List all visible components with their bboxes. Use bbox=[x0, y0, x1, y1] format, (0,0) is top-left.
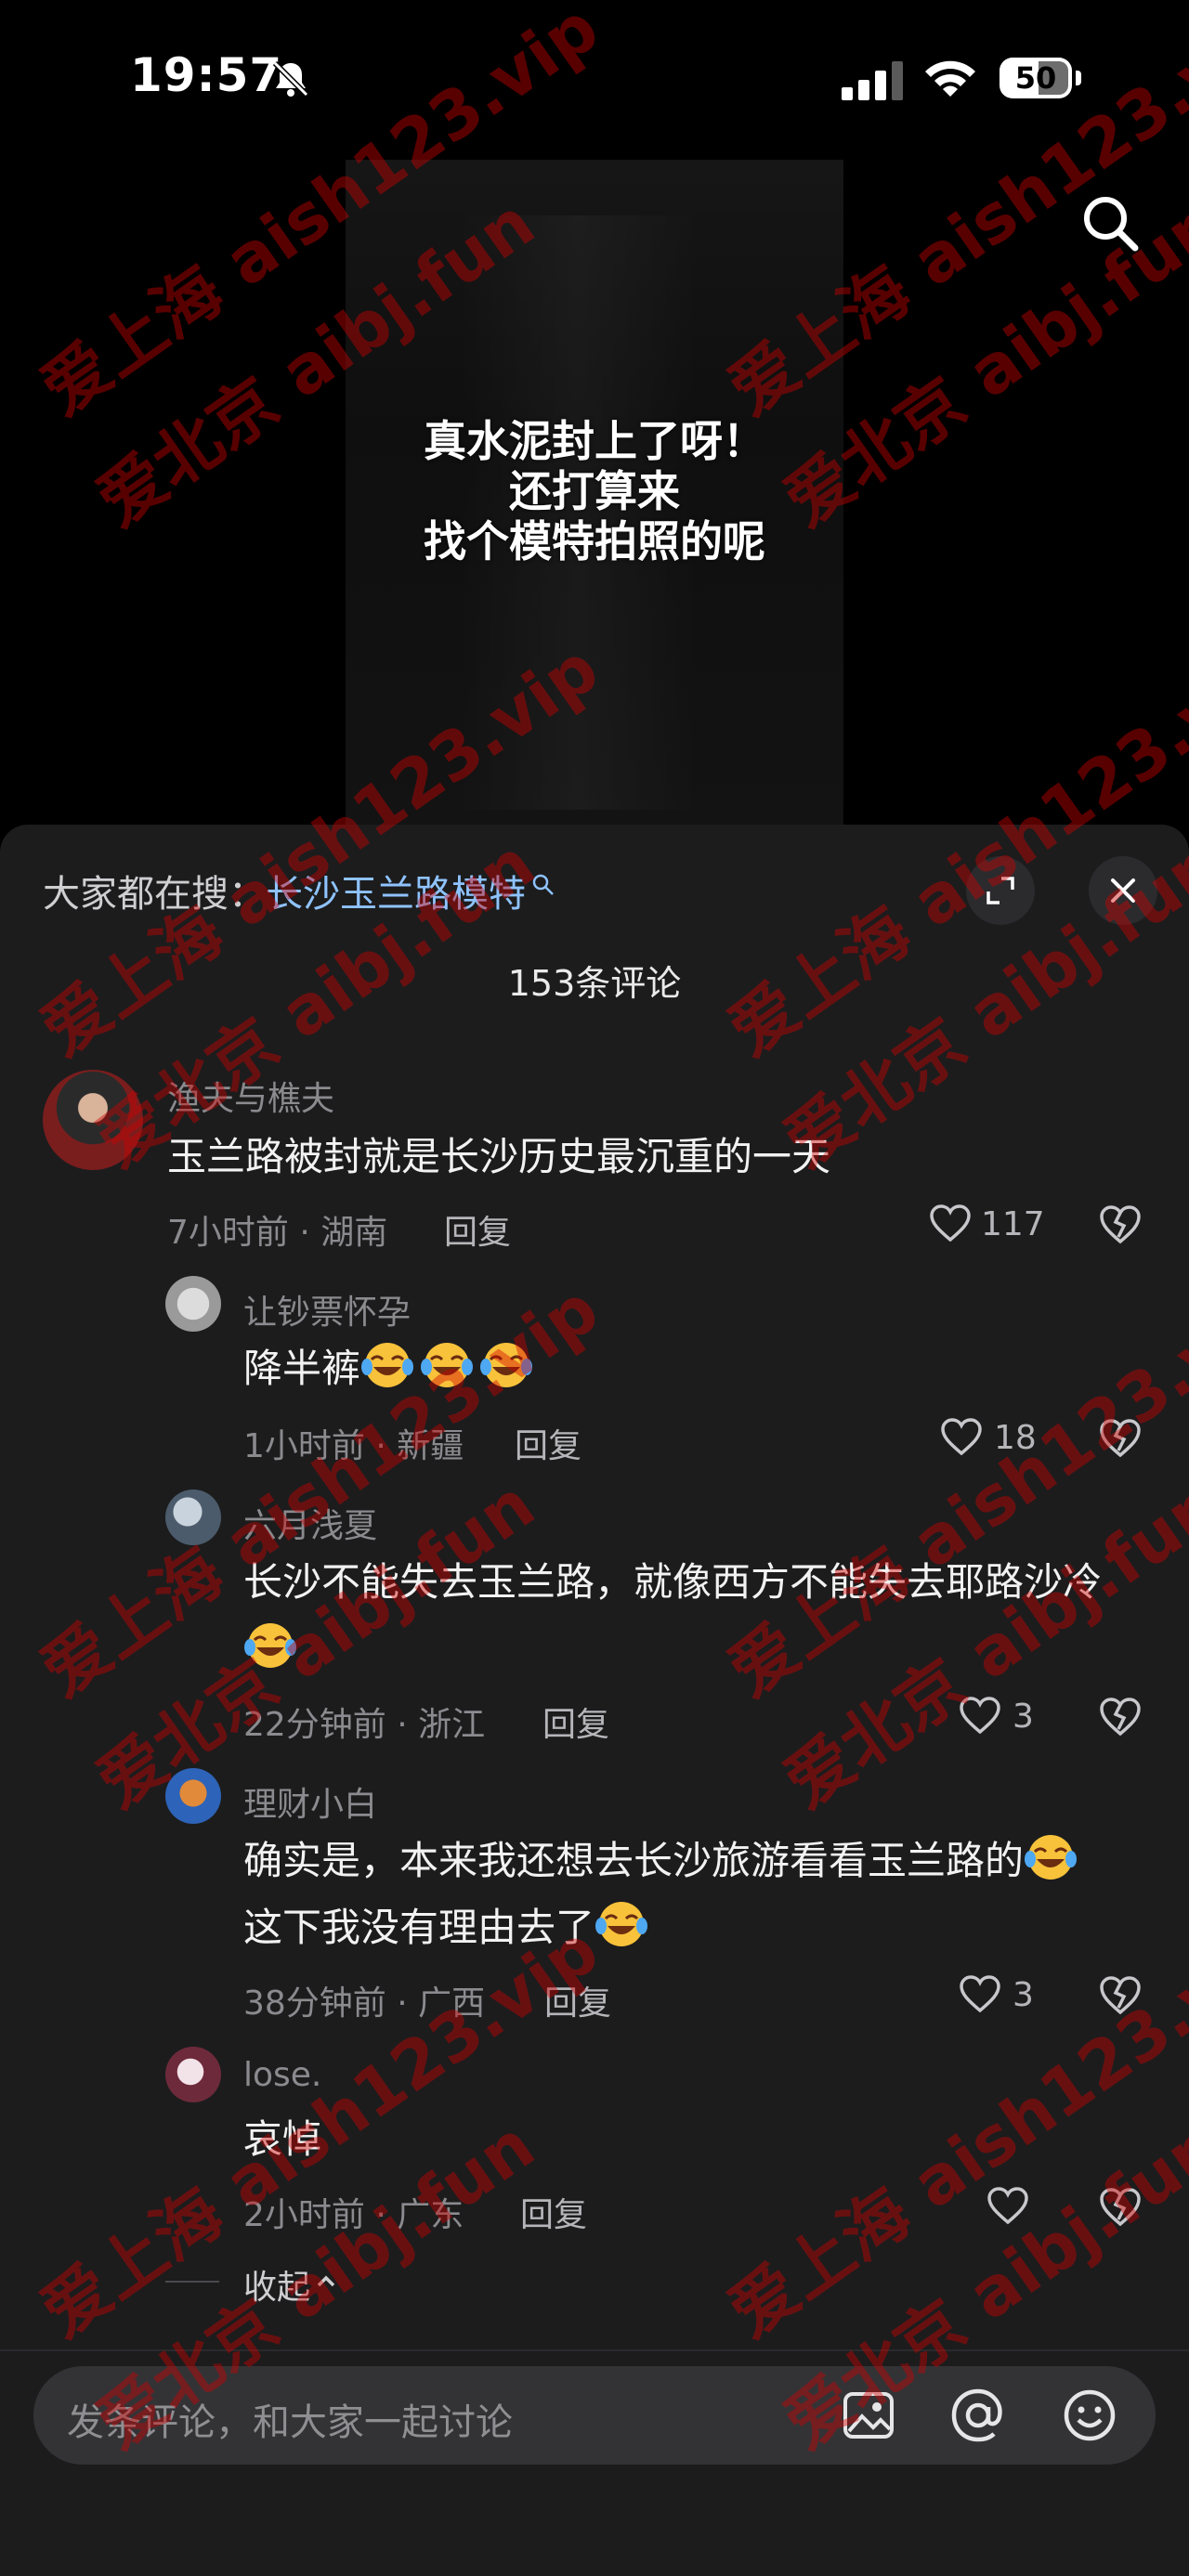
reply-button[interactable]: 回复 bbox=[544, 1976, 611, 2024]
heart-icon[interactable] bbox=[986, 2186, 1029, 2225]
comment-author[interactable]: 渔夫与樵夫 bbox=[167, 1072, 334, 1120]
laugh-cry-emoji bbox=[244, 1623, 296, 1668]
expand-icon bbox=[986, 877, 1014, 904]
at-icon[interactable] bbox=[949, 2387, 1007, 2444]
like-count: 3 bbox=[1013, 1976, 1034, 2014]
comment-text-row: 降半裤 bbox=[243, 1335, 539, 1402]
heart-icon[interactable] bbox=[940, 1417, 983, 1456]
trending-search[interactable]: 大家都在搜：长沙玉兰路模特 bbox=[43, 864, 555, 917]
caption-line: 找个模特拍照的呢 bbox=[424, 516, 765, 566]
close-icon bbox=[1111, 878, 1135, 903]
comment-input[interactable]: 发条评论，和大家一起讨论 bbox=[67, 2392, 513, 2446]
search-icon[interactable] bbox=[1078, 190, 1143, 255]
comment-text-row: 这下我没有理由去了 bbox=[243, 1894, 654, 1961]
like-count: 117 bbox=[981, 1205, 1045, 1243]
laugh-cry-emoji bbox=[595, 1902, 648, 1946]
emoji-icon[interactable] bbox=[1061, 2387, 1118, 2444]
heart-icon[interactable] bbox=[929, 1203, 972, 1242]
divider bbox=[0, 2349, 1189, 2351]
dislike-heart-icon[interactable] bbox=[1098, 1696, 1143, 1737]
comment-author[interactable]: 理财小白 bbox=[243, 1777, 377, 1826]
comment-text: 降半裤 bbox=[243, 1346, 361, 1391]
avatar[interactable] bbox=[165, 2047, 221, 2102]
heart-icon[interactable] bbox=[959, 1974, 1001, 2013]
comment-author[interactable]: 六月浅夏 bbox=[243, 1499, 377, 1547]
comment-text-emoji-row bbox=[243, 1616, 303, 1683]
small-search-icon bbox=[532, 874, 554, 895]
reply-button[interactable]: 回复 bbox=[520, 2188, 587, 2236]
laugh-cry-emoji bbox=[421, 1343, 474, 1387]
comment-author[interactable]: 让钞票怀孕 bbox=[243, 1285, 411, 1334]
caption-line: 真水泥封上了呀！ bbox=[424, 416, 765, 466]
comment-text: 哀悼 bbox=[243, 2116, 322, 2162]
dislike-heart-icon[interactable] bbox=[1098, 2186, 1143, 2227]
laugh-cry-emoji bbox=[480, 1343, 533, 1387]
comment-count: 153条评论 bbox=[507, 963, 682, 1004]
comment-meta: 38分钟前 · 广西 bbox=[243, 1984, 486, 2023]
close-button[interactable] bbox=[1089, 856, 1157, 925]
avatar[interactable] bbox=[165, 1276, 221, 1332]
heart-icon[interactable] bbox=[959, 1696, 1001, 1735]
laugh-cry-emoji bbox=[1025, 1835, 1078, 1880]
divider-line bbox=[165, 2281, 219, 2283]
expand-button[interactable] bbox=[966, 856, 1035, 925]
avatar[interactable] bbox=[43, 1070, 143, 1170]
avatar[interactable] bbox=[165, 1490, 221, 1545]
reply-button[interactable]: 回复 bbox=[515, 1419, 581, 1467]
laugh-cry-emoji bbox=[361, 1343, 414, 1387]
comment-meta: 1小时前 · 新疆 bbox=[243, 1427, 464, 1465]
avatar[interactable] bbox=[165, 1768, 221, 1824]
comment-input-bar[interactable]: 发条评论，和大家一起讨论 bbox=[33, 2366, 1156, 2465]
chevron-up-icon bbox=[317, 2275, 335, 2287]
comment-text: 玉兰路被封就是长沙历史最沉重的一天 bbox=[167, 1134, 831, 1179]
dislike-heart-icon[interactable] bbox=[1098, 1203, 1143, 1244]
comment-meta: 22分钟前 · 浙江 bbox=[243, 1706, 486, 1744]
video-player[interactable]: 真水泥封上了呀！ 还打算来 找个模特拍照的呢 bbox=[0, 0, 1189, 828]
caption-line: 还打算来 bbox=[509, 466, 680, 516]
comment-text: 这下我没有理由去了 bbox=[243, 1905, 595, 1950]
image-icon[interactable] bbox=[840, 2387, 897, 2444]
trending-label: 大家都在搜： bbox=[43, 873, 266, 916]
comment-author[interactable]: lose. bbox=[243, 2056, 321, 2094]
like-count: 18 bbox=[994, 1419, 1037, 1457]
dislike-heart-icon[interactable] bbox=[1098, 1417, 1143, 1458]
collapse-label: 收起 bbox=[243, 2269, 311, 2307]
comment-text: 确实是，本来我还想去长沙旅游看看玉兰路的 bbox=[243, 1838, 1025, 1883]
reply-button[interactable]: 回复 bbox=[542, 1698, 609, 1746]
comment-meta: 7小时前 · 湖南 bbox=[167, 1214, 388, 1252]
comment-text-row: 确实是，本来我还想去长沙旅游看看玉兰路的 bbox=[243, 1828, 1083, 1894]
like-count: 3 bbox=[1013, 1698, 1034, 1736]
trending-keyword[interactable]: 长沙玉兰路模特 bbox=[266, 873, 526, 916]
dislike-heart-icon[interactable] bbox=[1098, 1974, 1143, 2015]
reply-button[interactable]: 回复 bbox=[444, 1205, 511, 1254]
comment-meta: 2小时前 · 广东 bbox=[243, 2196, 464, 2234]
video-caption: 真水泥封上了呀！ 还打算来 找个模特拍照的呢 bbox=[316, 416, 873, 566]
comment-text: 长沙不能失去玉兰路，就像西方不能失去耶路沙冷 bbox=[243, 1559, 1103, 1605]
